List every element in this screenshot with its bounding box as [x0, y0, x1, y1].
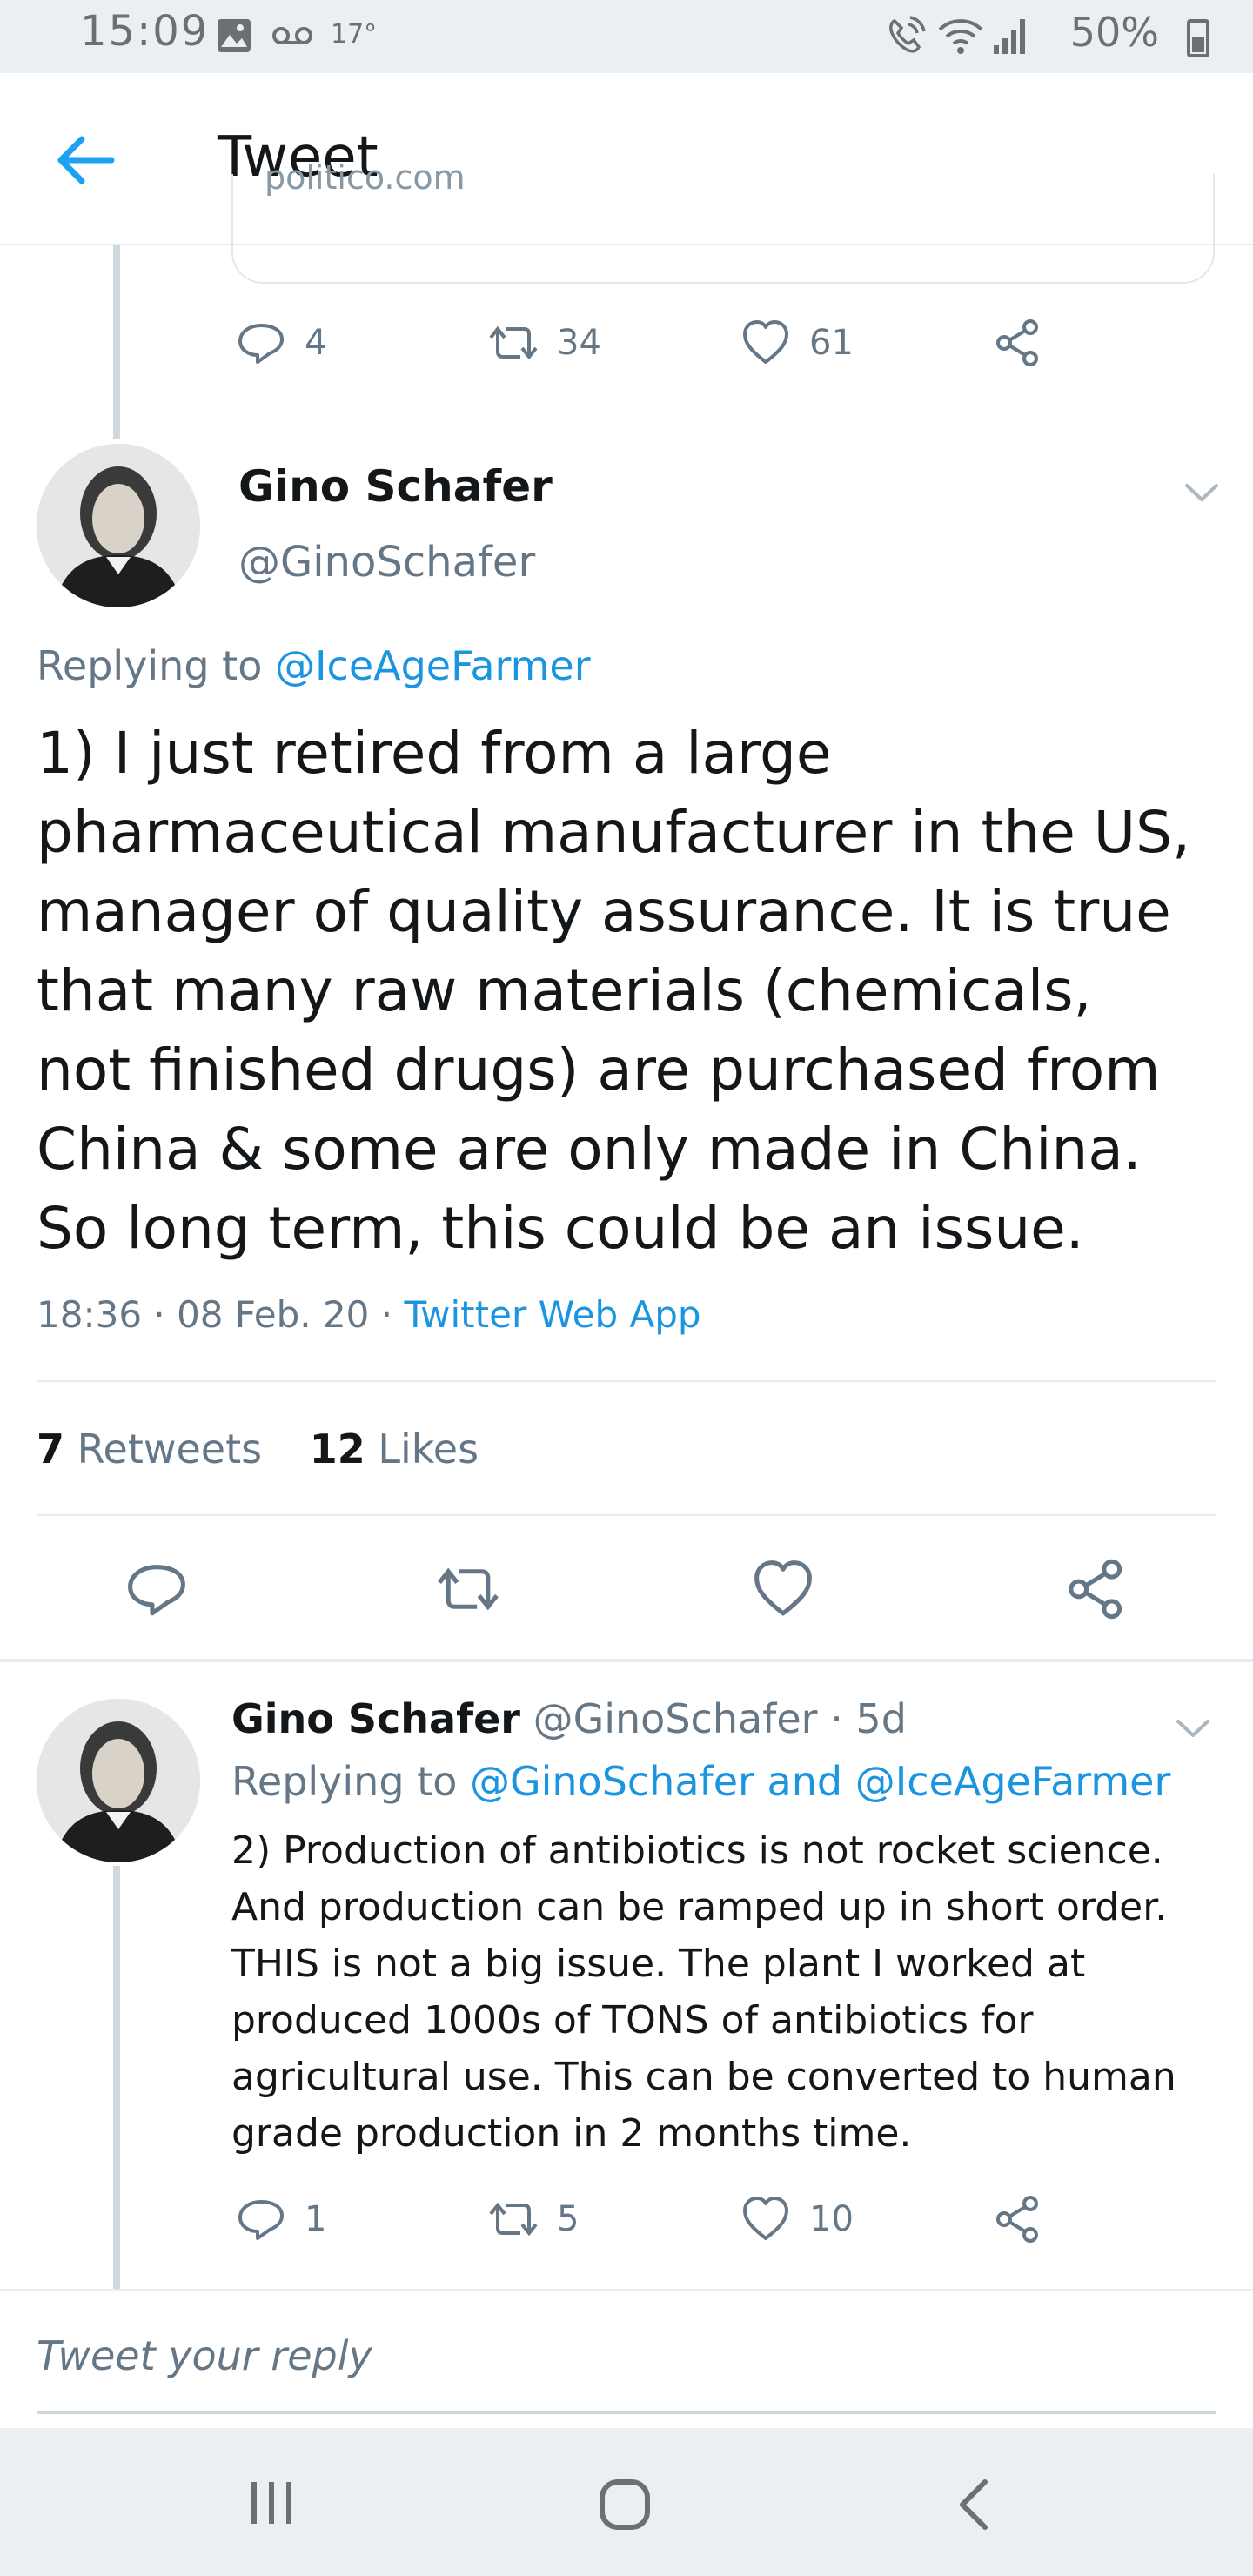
heart-icon [743, 320, 788, 364]
share-icon [996, 319, 1038, 366]
battery-percent: 50% [1069, 9, 1159, 56]
likes-label: Likes [365, 1426, 479, 1472]
home-icon[interactable] [597, 2477, 653, 2532]
system-nav-bar [0, 2428, 1253, 2576]
quoted-card-url: politico.com [265, 158, 466, 197]
replying-to: Replying to @IceAgeFarmer [37, 642, 591, 689]
compose-underline [37, 2411, 1216, 2414]
reply-count: 1 [305, 2199, 327, 2239]
retweets-stat[interactable]: 7 Retweets [37, 1426, 262, 1472]
share-button[interactable] [992, 2193, 1044, 2245]
tweet-meta: 18:36 · 08 Feb. 20 · Twitter Web App [37, 1293, 701, 1336]
retweets-label: Retweets [64, 1426, 263, 1472]
replying-to-label: Replying to [37, 642, 263, 689]
reply-tweet-text: 2) Production of antibiotics is not rock… [231, 1828, 1176, 2156]
likes-stat[interactable]: 12 Likes [310, 1426, 479, 1472]
likes-count: 12 [309, 1426, 365, 1472]
retweet-count: 34 [557, 323, 601, 363]
battery-icon [1187, 19, 1209, 57]
reply-tweet-actions: 1 5 10 [235, 2193, 1105, 2254]
like-button[interactable]: 61 [740, 317, 854, 369]
main-tweet-actions [0, 1540, 1253, 1654]
temperature: 17° [331, 19, 378, 50]
section-divider [0, 1659, 1253, 1662]
engagement-stats: 7 Retweets 12 Likes [37, 1426, 479, 1472]
chevron-down-icon[interactable] [1180, 470, 1223, 513]
reply-icon [238, 324, 284, 364]
heart-icon[interactable] [750, 1556, 816, 1622]
status-time: 15:09 [80, 7, 210, 56]
reply-header: Gino Schafer @GinoSchafer · 5d [231, 1695, 907, 1742]
tweet-timestamp: 18:36 · 08 Feb. 20 · [37, 1293, 405, 1336]
reply-button[interactable]: 1 [235, 2193, 326, 2245]
quoted-link-card[interactable]: politico.com [231, 158, 1215, 284]
reply-compose[interactable]: Tweet your reply [37, 2332, 1216, 2412]
retweet-button[interactable]: 34 [487, 317, 601, 369]
divider [0, 2289, 1253, 2291]
reply-button[interactable]: 4 [235, 317, 326, 369]
like-button[interactable]: 10 [740, 2193, 854, 2245]
retweet-count: 5 [557, 2199, 580, 2239]
retweets-count: 7 [37, 1426, 65, 1472]
retweet-icon [489, 325, 538, 360]
share-icon [996, 2196, 1038, 2243]
tweet-text: 1) I just retired from a large pharmaceu… [37, 720, 1190, 1262]
share-button[interactable] [992, 317, 1044, 369]
signal-icon [994, 19, 1025, 54]
back-arrow-icon[interactable] [52, 125, 122, 195]
replying-to-handle[interactable]: @IceAgeFarmer [275, 642, 591, 689]
reply-icon[interactable] [124, 1556, 190, 1622]
avatar-portrait-icon [37, 1699, 200, 1862]
recents-icon[interactable] [245, 2479, 298, 2527]
voicemail-icon [272, 27, 312, 44]
avatar[interactable] [37, 444, 200, 607]
heart-icon [743, 2197, 788, 2240]
image-icon [218, 19, 251, 52]
tweet-source[interactable]: Twitter Web App [404, 1293, 700, 1336]
wifi-icon [938, 19, 983, 54]
status-bar: 15:09 17° 50% [0, 0, 1253, 73]
reply-icon [238, 2200, 284, 2240]
thread-line [113, 245, 120, 439]
wifi-calling-icon [889, 16, 926, 53]
divider [37, 1380, 1216, 1382]
reply-count: 4 [305, 323, 327, 363]
author-handle[interactable]: @GinoSchafer [238, 538, 535, 587]
retweet-button[interactable]: 5 [487, 2193, 579, 2245]
reply-author-name[interactable]: Gino Schafer [231, 1695, 520, 1742]
replying-to-label: Replying to [231, 1758, 470, 1805]
thread-line [113, 1866, 120, 2289]
battery-level [1192, 37, 1204, 52]
like-count: 61 [809, 323, 854, 363]
reply-replying-to: Replying to @GinoSchafer and @IceAgeFarm… [231, 1758, 1170, 1805]
divider [37, 1514, 1216, 1516]
retweet-icon[interactable] [435, 1556, 501, 1622]
chevron-down-icon[interactable] [1171, 1706, 1215, 1749]
author-name[interactable]: Gino Schafer [238, 461, 553, 512]
avatar[interactable] [37, 1699, 200, 1862]
reply-input[interactable]: Tweet your reply [37, 2332, 372, 2379]
reply-author-handle-time[interactable]: @GinoSchafer · 5d [520, 1695, 907, 1742]
back-icon[interactable] [952, 2477, 995, 2532]
like-count: 10 [809, 2199, 854, 2239]
replying-to-handles[interactable]: @GinoSchafer and @IceAgeFarmer [470, 1758, 1170, 1805]
retweet-icon [489, 2202, 538, 2237]
avatar-portrait-icon [37, 444, 200, 607]
prev-tweet-actions: 4 34 61 [235, 317, 1105, 378]
share-icon[interactable] [1063, 1556, 1129, 1622]
